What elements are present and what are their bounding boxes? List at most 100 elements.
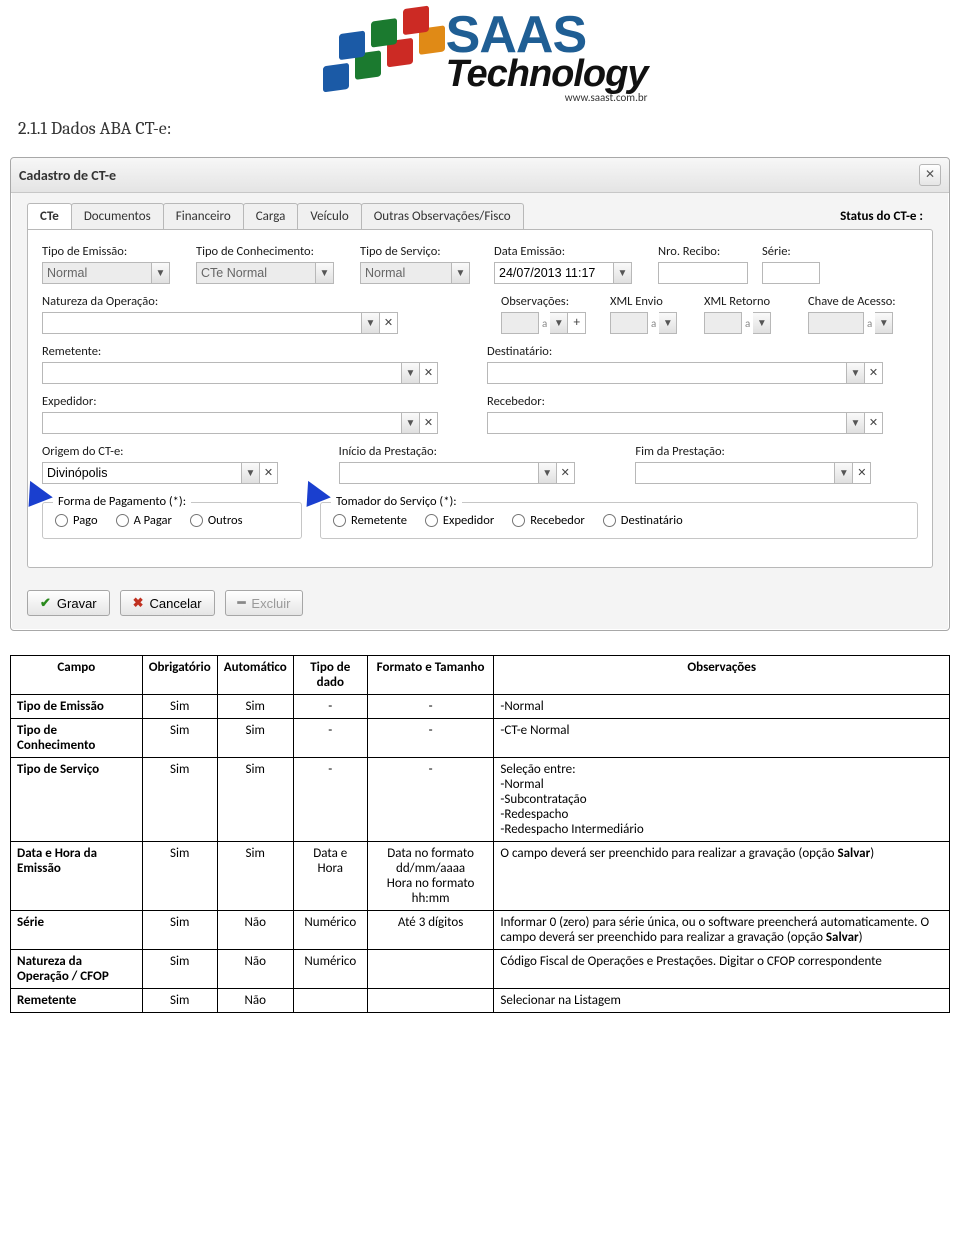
tipo-conhecimento-input[interactable] bbox=[196, 262, 316, 284]
chevron-down-icon[interactable]: ▼ bbox=[152, 262, 170, 284]
radio-remetente[interactable]: Remetente bbox=[333, 513, 407, 528]
tab-documentos[interactable]: Documentos bbox=[71, 203, 164, 229]
chevron-down-icon[interactable]: ▼ bbox=[242, 462, 260, 484]
chevron-down-icon[interactable]: ▼ bbox=[452, 262, 470, 284]
expedidor-input[interactable] bbox=[42, 412, 402, 434]
destinatario-input[interactable] bbox=[487, 362, 847, 384]
origem-label: Origem do CT-e: bbox=[42, 444, 325, 459]
recebedor-input[interactable] bbox=[487, 412, 847, 434]
radio-destinatario[interactable]: Destinatário bbox=[603, 513, 683, 528]
radio-apagar[interactable]: A Pagar bbox=[116, 513, 172, 528]
tipo-emissao-label: Tipo de Emissão: bbox=[42, 244, 182, 259]
chevron-down-icon[interactable]: ▼ bbox=[550, 312, 568, 334]
xml-retorno-combo[interactable]: a ▼ bbox=[704, 312, 794, 334]
remetente-combo[interactable]: ▼ ✕ bbox=[42, 362, 473, 384]
chevron-down-icon[interactable]: ▼ bbox=[847, 362, 865, 384]
cell-obrig: Sim bbox=[142, 695, 217, 719]
clear-icon[interactable]: ✕ bbox=[557, 462, 575, 484]
serie-input[interactable] bbox=[762, 262, 820, 284]
tipo-servico-combo[interactable]: ▼ bbox=[360, 262, 480, 284]
natureza-input[interactable] bbox=[42, 312, 362, 334]
xml-retorno-input[interactable] bbox=[704, 312, 742, 334]
cancelar-button[interactable]: ✖Cancelar bbox=[120, 590, 215, 616]
tab-financeiro[interactable]: Financeiro bbox=[163, 203, 244, 229]
chevron-down-icon[interactable]: ▼ bbox=[402, 362, 420, 384]
nro-recibo-input-wrap[interactable] bbox=[658, 262, 748, 284]
chevron-down-icon[interactable]: ▼ bbox=[659, 312, 677, 334]
fim-prestacao-combo[interactable]: ▼ ✕ bbox=[635, 462, 918, 484]
plus-icon[interactable]: + bbox=[568, 312, 586, 334]
tipo-emissao-combo[interactable]: ▼ bbox=[42, 262, 182, 284]
natureza-combo[interactable]: ▼ ✕ bbox=[42, 312, 487, 334]
chevron-down-icon[interactable]: ▼ bbox=[847, 412, 865, 434]
xml-envio-label: XML Envio bbox=[610, 294, 690, 309]
clear-icon[interactable]: ✕ bbox=[865, 362, 883, 384]
chevron-down-icon[interactable]: ▼ bbox=[402, 412, 420, 434]
cell-auto: Sim bbox=[217, 758, 293, 842]
radio-pago[interactable]: Pago bbox=[55, 513, 98, 528]
tab-carga[interactable]: Carga bbox=[243, 203, 299, 229]
clear-icon[interactable]: ✕ bbox=[420, 362, 438, 384]
window-cadastro-cte: Cadastro de CT-e ✕ CTe Documentos Financ… bbox=[10, 157, 950, 631]
forma-pagamento-legend: Forma de Pagamento (*): bbox=[53, 494, 191, 509]
logo-text-saas: SAAS bbox=[446, 12, 648, 59]
cell-obs: Seleção entre: -Normal -Subcontratação -… bbox=[494, 758, 950, 842]
chevron-down-icon[interactable]: ▼ bbox=[753, 312, 771, 334]
clear-icon[interactable]: ✕ bbox=[865, 412, 883, 434]
inicio-prestacao-input[interactable] bbox=[339, 462, 539, 484]
tab-outras-obs[interactable]: Outras Observações/Fisco bbox=[361, 203, 524, 229]
remetente-input[interactable] bbox=[42, 362, 402, 384]
chevron-down-icon[interactable]: ▼ bbox=[875, 312, 893, 334]
chave-acesso-input[interactable] bbox=[808, 312, 864, 334]
clear-icon[interactable]: ✕ bbox=[420, 412, 438, 434]
radio-recebedor[interactable]: Recebedor bbox=[512, 513, 585, 528]
tipo-conhecimento-combo[interactable]: ▼ bbox=[196, 262, 346, 284]
logo-mark-icon bbox=[313, 8, 453, 108]
data-emissao-combo[interactable]: ▼ bbox=[494, 262, 644, 284]
cell-obs: -CT-e Normal bbox=[494, 719, 950, 758]
fim-prestacao-input[interactable] bbox=[635, 462, 835, 484]
observacoes-combo[interactable]: a ▼ + bbox=[501, 312, 596, 334]
xml-envio-combo[interactable]: a ▼ bbox=[610, 312, 690, 334]
fim-prestacao-label: Fim da Prestação: bbox=[635, 444, 918, 459]
chevron-down-icon[interactable]: ▼ bbox=[316, 262, 334, 284]
tipo-emissao-input[interactable] bbox=[42, 262, 152, 284]
radio-outros[interactable]: Outros bbox=[190, 513, 243, 528]
cell-auto: Sim bbox=[217, 842, 293, 911]
clear-icon[interactable]: ✕ bbox=[853, 462, 871, 484]
clear-icon[interactable]: ✕ bbox=[380, 312, 398, 334]
origem-combo[interactable]: ▼ ✕ bbox=[42, 462, 325, 484]
tab-cte[interactable]: CTe bbox=[27, 203, 72, 229]
radio-expedidor[interactable]: Expedidor bbox=[425, 513, 494, 528]
expedidor-combo[interactable]: ▼ ✕ bbox=[42, 412, 473, 434]
chevron-down-icon[interactable]: ▼ bbox=[614, 262, 632, 284]
chevron-down-icon[interactable]: ▼ bbox=[835, 462, 853, 484]
inicio-prestacao-combo[interactable]: ▼ ✕ bbox=[339, 462, 622, 484]
cell-campo: Tipo de Conhecimento bbox=[11, 719, 143, 758]
data-emissao-input[interactable] bbox=[494, 262, 614, 284]
origem-input[interactable] bbox=[42, 462, 242, 484]
tipo-servico-input[interactable] bbox=[360, 262, 452, 284]
serie-input-wrap[interactable] bbox=[762, 262, 822, 284]
destinatario-combo[interactable]: ▼ ✕ bbox=[487, 362, 918, 384]
cell-obrig: Sim bbox=[142, 911, 217, 950]
gravar-button[interactable]: ✔Gravar bbox=[27, 590, 110, 616]
close-button[interactable]: ✕ bbox=[919, 164, 941, 186]
chave-acesso-combo[interactable]: a ▼ bbox=[808, 312, 918, 334]
cell-auto: Não bbox=[217, 911, 293, 950]
recebedor-combo[interactable]: ▼ ✕ bbox=[487, 412, 918, 434]
lock-icon: a bbox=[864, 317, 875, 330]
nro-recibo-input[interactable] bbox=[658, 262, 748, 284]
tab-veiculo[interactable]: Veículo bbox=[297, 203, 361, 229]
xml-envio-input[interactable] bbox=[610, 312, 648, 334]
group-tomador-servico: Tomador do Serviço (*): Remetente Expedi… bbox=[320, 502, 918, 539]
tab-panel-cte: Tipo de Emissão: ▼ Tipo de Conhecimento:… bbox=[27, 229, 933, 568]
clear-icon[interactable]: ✕ bbox=[260, 462, 278, 484]
cell-tipo: - bbox=[293, 758, 367, 842]
chevron-down-icon[interactable]: ▼ bbox=[362, 312, 380, 334]
th-automatico: Automático bbox=[217, 656, 293, 695]
excluir-button[interactable]: ━Excluir bbox=[225, 590, 304, 616]
observacoes-input[interactable] bbox=[501, 312, 539, 334]
cell-formato: Até 3 dígitos bbox=[367, 911, 494, 950]
chevron-down-icon[interactable]: ▼ bbox=[539, 462, 557, 484]
